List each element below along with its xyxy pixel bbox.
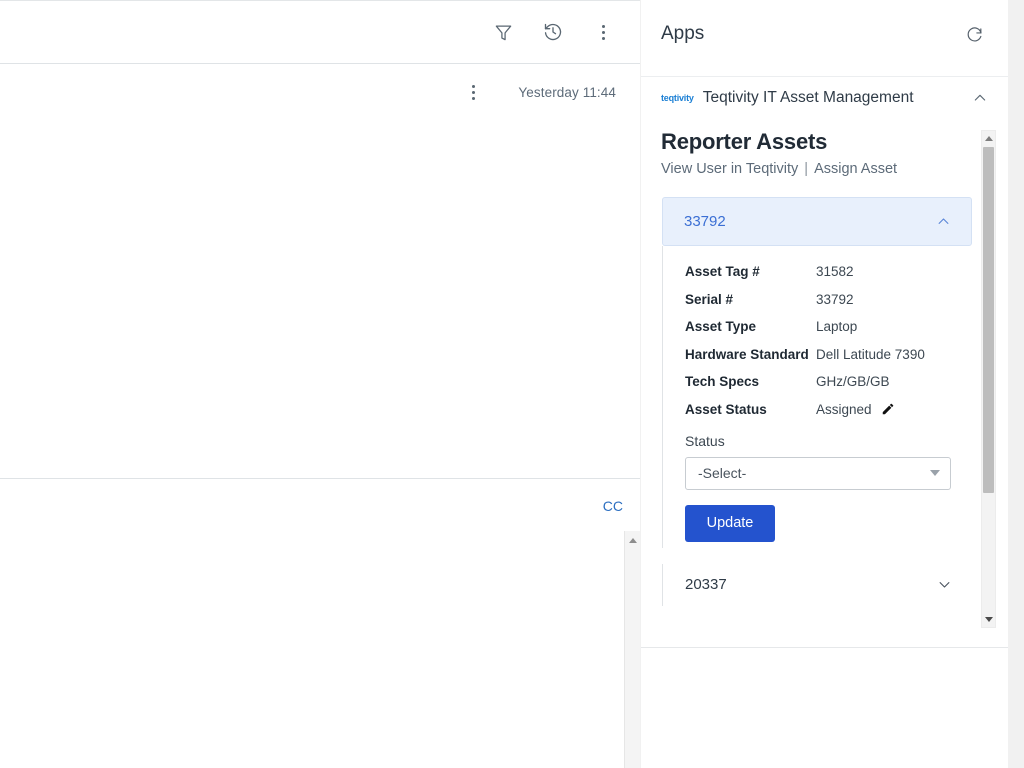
chevron-down-icon[interactable] — [937, 577, 952, 592]
chevron-up-icon[interactable] — [972, 90, 988, 106]
detail-value: Assigned — [816, 402, 872, 417]
apps-panel-header: Apps — [641, 0, 1008, 68]
app-card-content: Reporter Assets View User in Teqtivity | A… — [641, 119, 986, 647]
detail-value: Laptop — [816, 319, 857, 334]
message-timestamp: Yesterday 11:44 — [518, 85, 616, 100]
page-title: Reporter Assets — [661, 129, 827, 155]
view-user-link[interactable]: View User in Teqtivity — [661, 161, 798, 177]
update-button[interactable]: Update — [685, 505, 775, 542]
detail-value: 31582 — [816, 264, 854, 279]
detail-label: Tech Specs — [685, 374, 816, 389]
message-meta-row: Yesterday 11:44 — [0, 64, 640, 120]
status-field-label: Status — [685, 433, 972, 449]
apps-panel: Apps teqtivity Teqtivity IT Asset Manage… — [641, 0, 1008, 768]
accordion-header-20337[interactable]: 20337 — [662, 564, 972, 606]
left-pane-scrollbar[interactable] — [624, 531, 640, 768]
apps-panel-title: Apps — [661, 23, 704, 45]
filter-icon[interactable] — [488, 17, 518, 47]
link-separator: | — [804, 161, 808, 177]
refresh-icon[interactable] — [960, 20, 988, 48]
detail-label: Hardware Standard — [685, 347, 816, 362]
detail-label: Asset Tag # — [685, 264, 816, 279]
app-screen: Yesterday 11:44 CC Apps teqtivity Teqtiv… — [0, 0, 1024, 768]
detail-row: Hardware Standard Dell Latitude 7390 — [685, 347, 972, 362]
detail-label: Asset Status — [685, 402, 816, 417]
detail-row: Asset Status Assigned — [685, 402, 972, 417]
chevron-up-icon[interactable] — [936, 214, 951, 229]
scrollbar-thumb[interactable] — [983, 147, 994, 493]
accordion-header-label: 20337 — [685, 576, 727, 593]
detail-row: Tech Specs GHz/GB/GB — [685, 374, 972, 389]
accordion-body-33792: Asset Tag # 31582 Serial # 33792 Asset T… — [662, 246, 972, 548]
app-section-name: Teqtivity IT Asset Management — [703, 89, 914, 107]
message-more-options-icon[interactable] — [458, 77, 488, 107]
page-background-strip — [1008, 0, 1024, 768]
history-icon[interactable] — [538, 17, 568, 47]
app-card: Reporter Assets View User in Teqtivity | A… — [641, 119, 1008, 648]
scroll-up-arrow-icon[interactable] — [982, 132, 995, 145]
left-pane-divider — [0, 478, 640, 479]
assets-accordion: 33792 Asset Tag # 31582 Serial # 33792 — [662, 197, 972, 606]
detail-value: Dell Latitude 7390 — [816, 347, 925, 362]
teqtivity-logo: teqtivity — [661, 93, 694, 103]
detail-label: Serial # — [685, 292, 816, 307]
scroll-down-arrow-icon[interactable] — [982, 613, 995, 626]
left-toolbar — [0, 1, 640, 64]
accordion-header-label: 33792 — [684, 213, 726, 230]
cc-link[interactable]: CC — [603, 498, 623, 514]
detail-label: Asset Type — [685, 319, 816, 334]
chevron-down-icon[interactable] — [930, 470, 940, 476]
status-select-value: -Select- — [698, 465, 746, 481]
app-section-header[interactable]: teqtivity Teqtivity IT Asset Management — [641, 76, 1008, 118]
more-options-icon[interactable] — [588, 17, 618, 47]
accordion-header-33792[interactable]: 33792 — [662, 197, 972, 246]
detail-value: GHz/GB/GB — [816, 374, 890, 389]
detail-value: 33792 — [816, 292, 854, 307]
assign-asset-link[interactable]: Assign Asset — [814, 161, 897, 177]
detail-row: Asset Type Laptop — [685, 319, 972, 334]
status-select[interactable]: -Select- — [685, 457, 951, 490]
detail-row: Asset Tag # 31582 — [685, 264, 972, 279]
asset-action-links: View User in Teqtivity | Assign Asset — [661, 161, 897, 177]
left-content-pane: Yesterday 11:44 CC — [0, 0, 640, 768]
detail-row: Serial # 33792 — [685, 292, 972, 307]
apps-panel-scrollbar[interactable] — [981, 130, 996, 628]
scroll-up-arrow-icon[interactable] — [625, 533, 641, 548]
edit-pencil-icon[interactable] — [881, 402, 895, 416]
